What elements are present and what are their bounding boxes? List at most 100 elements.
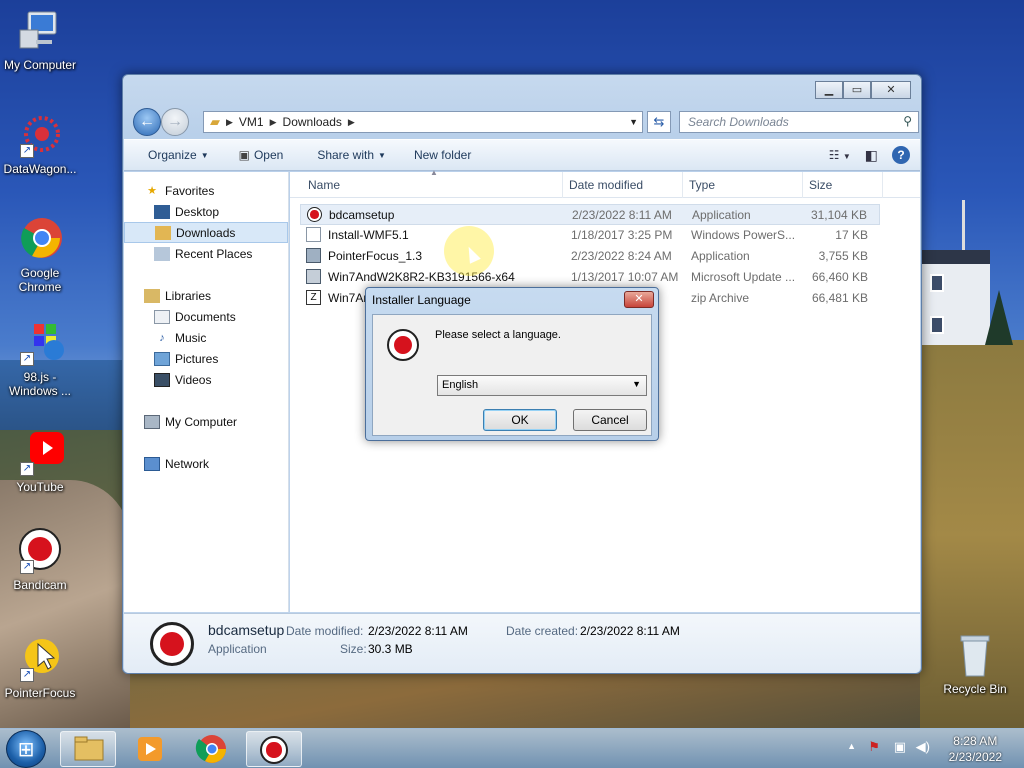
clock[interactable]: 8:28 AM 2/23/2022 (949, 733, 1002, 765)
volume-icon[interactable]: ◀) (916, 739, 930, 755)
nav-network[interactable]: Network (124, 453, 288, 474)
bandicam-icon (260, 736, 288, 764)
search-icon[interactable]: ⚲ (903, 114, 912, 128)
show-hidden-icons-icon[interactable]: ▲ (847, 741, 856, 751)
network-icon (144, 456, 160, 471)
column-header-size[interactable]: Size (809, 178, 832, 192)
windows-logo-icon: ↗ (16, 320, 64, 368)
nav-my-computer[interactable]: My Computer (124, 411, 288, 432)
nav-libraries[interactable]: Libraries (124, 285, 288, 306)
desktop-icon-recycle-bin[interactable]: Recycle Bin (935, 632, 1015, 696)
chevron-down-icon: ▼ (632, 379, 641, 389)
view-options-icon[interactable]: ☷ ▼ (829, 148, 851, 162)
taskbar-media-player[interactable] (122, 731, 178, 767)
language-select[interactable]: English ▼ (437, 375, 647, 396)
nav-documents[interactable]: Documents (124, 306, 288, 327)
file-type: Microsoft Update ... (691, 270, 796, 284)
open-button[interactable]: ▣ Open (219, 148, 294, 162)
desktop-icon-label: 98.js - Windows ... (8, 370, 71, 398)
nav-label: Favorites (165, 183, 215, 198)
cancel-button[interactable]: Cancel (573, 409, 647, 431)
breadcrumb-downloads[interactable]: Downloads (283, 115, 342, 129)
column-header-date[interactable]: Date modified (569, 178, 643, 192)
installer-language-dialog[interactable]: Installer Language ✕ Please select a lan… (365, 287, 659, 441)
desktop-icon-my-computer[interactable]: My Computer (0, 8, 80, 72)
share-with-button[interactable]: Share with ▼ (293, 148, 396, 162)
breadcrumb-separator-icon: ▶ (269, 116, 277, 127)
details-created-label: Date created: (506, 624, 579, 638)
nav-favorites[interactable]: ★ Favorites (124, 180, 288, 201)
desktop-icon-label: DataWagon... (3, 162, 77, 176)
desktop-icon-youtube[interactable]: ↗ YouTube (0, 430, 80, 494)
nav-recent-places[interactable]: Recent Places (124, 243, 288, 264)
breadcrumb-vm1[interactable]: VM1 (239, 115, 264, 129)
chrome-icon (16, 216, 64, 264)
file-type: zip Archive (691, 291, 750, 305)
open-icon: ▣ (238, 148, 250, 162)
action-center-icon[interactable]: ⚑ (868, 739, 880, 755)
file-date: 2/23/2022 8:24 AM (571, 249, 672, 263)
file-name: Install-WMF5.1 (328, 228, 409, 242)
desktop-icon-label: My Computer (3, 58, 77, 72)
desktop-icon-google-chrome[interactable]: Google Chrome (0, 216, 80, 294)
file-row[interactable]: bdcamsetup 2/23/2022 8:11 AM Application… (300, 204, 880, 225)
preview-pane-icon[interactable]: ◧ (865, 147, 878, 164)
forward-button[interactable]: → (161, 108, 189, 136)
details-modified-value: 2/23/2022 8:11 AM (368, 624, 468, 638)
file-row[interactable]: PointerFocus_1.3 2/23/2022 8:24 AM Appli… (300, 246, 880, 267)
address-bar[interactable]: ▰ ▶ VM1 ▶ Downloads ▶ ▼ (203, 111, 643, 133)
desktop-icon-label: PointerFocus (4, 686, 76, 700)
nav-videos[interactable]: Videos (124, 369, 288, 390)
details-size-label: Size: (340, 642, 367, 656)
organize-label: Organize (148, 148, 197, 162)
taskbar-bandicam[interactable] (246, 731, 302, 767)
back-button[interactable]: ← (133, 108, 161, 136)
column-header-type[interactable]: Type (689, 178, 715, 192)
desktop-icon-datawagon[interactable]: ↗ DataWagon... (0, 112, 80, 176)
pictures-icon (154, 351, 170, 366)
close-button[interactable]: ✕ (871, 81, 911, 99)
new-folder-button[interactable]: New folder (396, 148, 481, 162)
dialog-close-button[interactable]: ✕ (624, 291, 654, 308)
nav-pictures[interactable]: Pictures (124, 348, 288, 369)
taskbar-chrome[interactable] (184, 731, 240, 767)
dialog-title: Installer Language (372, 293, 471, 307)
videos-icon (154, 372, 170, 387)
file-row[interactable]: Install-WMF5.1 1/18/2017 3:25 PM Windows… (300, 225, 880, 246)
file-size: 66,481 KB (811, 291, 868, 305)
shortcut-arrow-icon: ↗ (20, 462, 34, 476)
clock-time: 8:28 AM (953, 734, 998, 748)
minimize-button[interactable]: ▁ (815, 81, 843, 99)
nav-music[interactable]: ♪ Music (124, 327, 288, 348)
pointerfocus-icon: ↗ (16, 636, 64, 684)
powershell-script-icon (306, 227, 321, 242)
column-header-name[interactable]: Name (308, 178, 340, 192)
shortcut-arrow-icon: ↗ (20, 352, 34, 366)
breadcrumb-separator-icon: ▶ (226, 116, 233, 127)
start-button[interactable] (6, 730, 46, 768)
youtube-icon: ↗ (16, 430, 64, 478)
taskbar-explorer[interactable] (60, 731, 116, 767)
help-icon[interactable]: ? (892, 146, 910, 164)
bandicam-icon (387, 329, 419, 361)
nav-downloads[interactable]: Downloads (124, 222, 288, 243)
address-dropdown-icon[interactable]: ▼ (629, 117, 638, 127)
nav-label: Videos (175, 372, 212, 387)
file-size: 31,104 KB (810, 208, 867, 222)
music-icon: ♪ (159, 331, 165, 344)
maximize-button[interactable]: ▭ (843, 81, 871, 99)
column-headers: Name ▲ Date modified Type Size (290, 168, 920, 198)
refresh-button[interactable]: ⇆ (647, 111, 671, 133)
details-size-value: 30.3 MB (368, 642, 413, 656)
search-input[interactable]: Search Downloads ⚲ (679, 111, 919, 133)
desktop-icon-bandicam[interactable]: ↗ Bandicam (0, 528, 80, 592)
nav-desktop[interactable]: Desktop (124, 201, 288, 222)
file-row[interactable]: Win7AndW2K8R2-KB3191566-x64 1/13/2017 10… (300, 267, 880, 288)
desktop-icon-98js[interactable]: ↗ 98.js - Windows ... (0, 320, 80, 398)
file-name: bdcamsetup (329, 208, 395, 222)
ok-button[interactable]: OK (483, 409, 557, 431)
recent-places-icon (154, 246, 170, 261)
organize-button[interactable]: Organize ▼ (124, 148, 219, 162)
network-icon[interactable]: ▣ (894, 739, 906, 755)
desktop-icon-pointerfocus[interactable]: ↗ PointerFocus (0, 636, 80, 700)
